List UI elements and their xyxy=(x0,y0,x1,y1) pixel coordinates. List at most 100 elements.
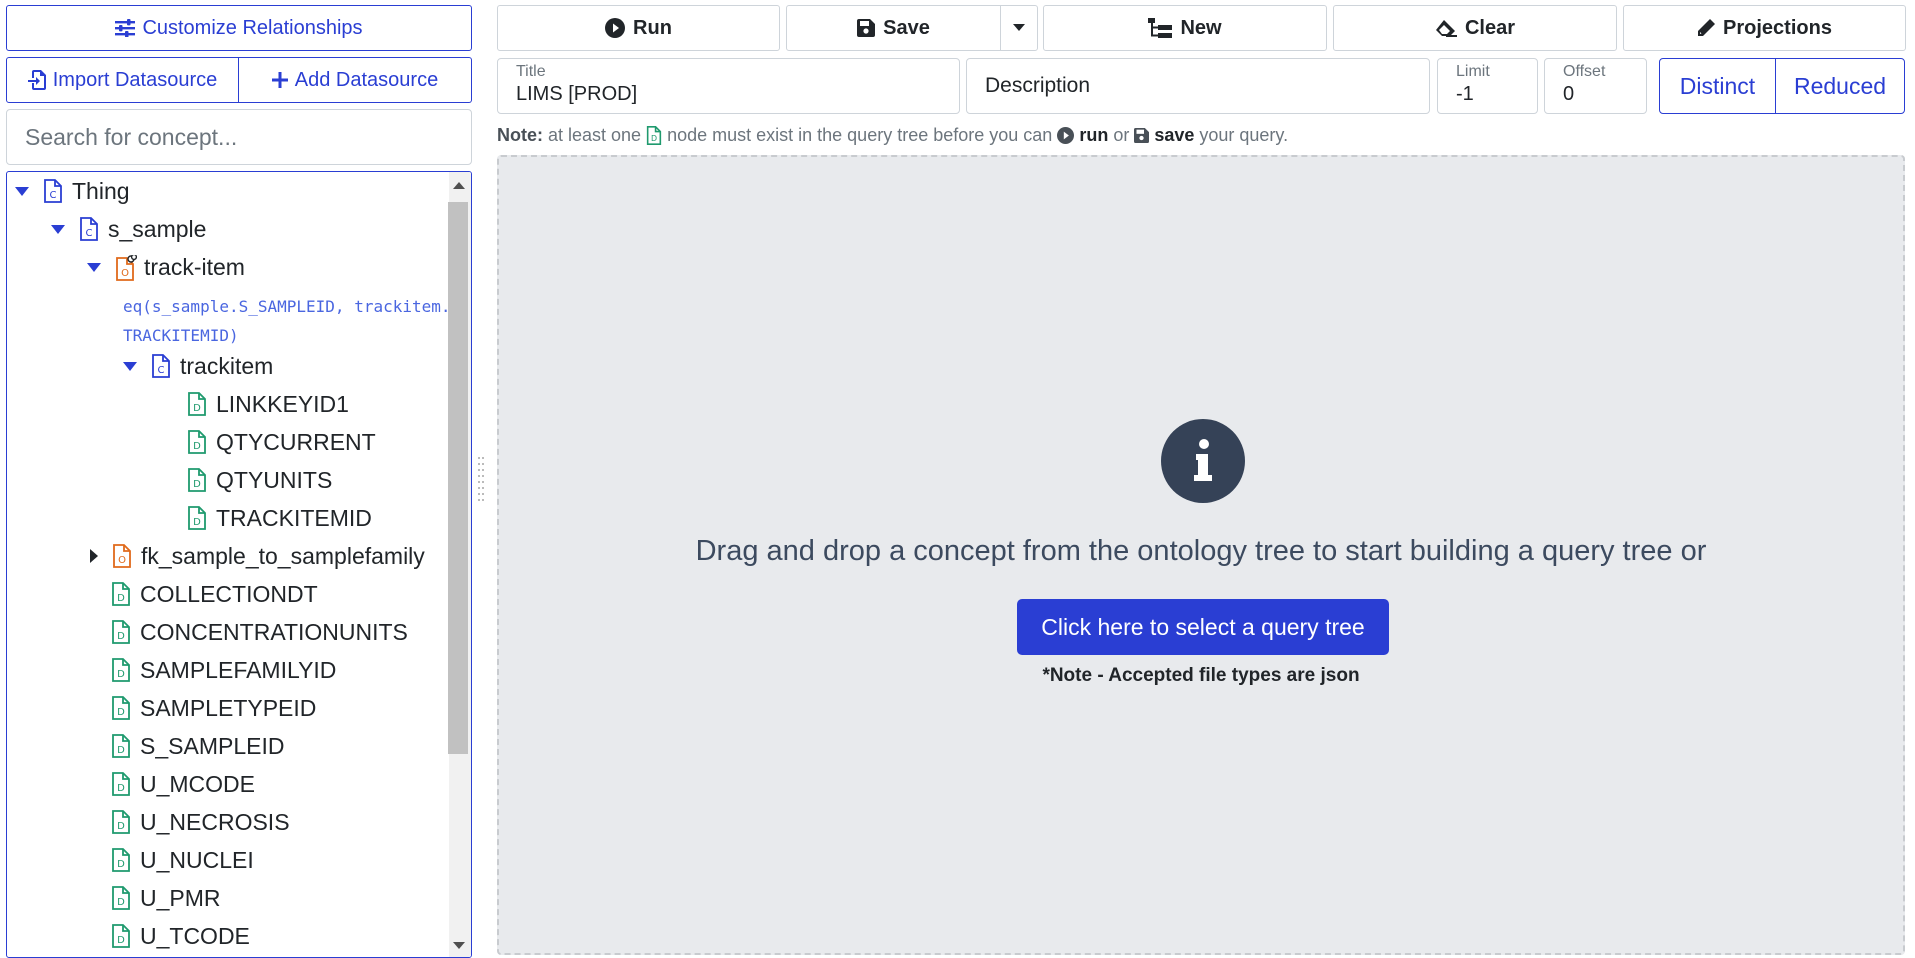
tree-leaf-field[interactable]: D U_MCODE xyxy=(111,769,255,799)
tree-node-label: U_TCODE xyxy=(140,922,250,949)
title-field[interactable]: Title LIMS [PROD] xyxy=(497,58,960,114)
tree-node-label: U_NECROSIS xyxy=(140,808,290,835)
tree-leaf-field[interactable]: D SAMPLEFAMILYID xyxy=(111,655,336,685)
svg-text:D: D xyxy=(117,707,125,718)
tree-leaf-field[interactable]: D S_SAMPLEID xyxy=(111,731,284,761)
tree-leaf-field[interactable]: D LINKKEYID1 xyxy=(187,389,349,419)
title-field-value: LIMS [PROD] xyxy=(516,83,638,105)
add-datasource-label: Add Datasource xyxy=(294,68,439,91)
svg-text:D: D xyxy=(117,897,125,908)
play-circle-icon xyxy=(1057,127,1075,144)
tree-node-label: fk_sample_to_samplefamily xyxy=(141,542,425,569)
svg-text:D: D xyxy=(117,631,125,642)
svg-text:D: D xyxy=(193,517,201,528)
datatype-file-icon: D xyxy=(111,658,131,682)
note-run-word: run xyxy=(1079,125,1109,145)
file-import-icon xyxy=(27,70,46,90)
distinct-toggle-button[interactable]: Distinct xyxy=(1659,58,1776,114)
offset-field[interactable]: Offset 0 xyxy=(1544,58,1647,114)
tree-leaf-field[interactable]: D U_NUCLEI xyxy=(111,845,254,875)
scrollbar-thumb[interactable] xyxy=(448,202,468,754)
tree-node-label: U_MCODE xyxy=(140,770,256,797)
tree-node-label: QTYCURRENT xyxy=(216,428,376,455)
tree-node-s-sample[interactable]: C s_sample xyxy=(51,214,206,244)
datatype-file-icon: D xyxy=(187,430,207,454)
left-panel: Customize Relationships Import Datasourc… xyxy=(6,5,472,958)
ontology-tree[interactable]: C Thing C s_sample O track-item eq(s_sam… xyxy=(6,171,472,958)
caret-down-icon[interactable] xyxy=(123,361,137,371)
caret-right-icon[interactable] xyxy=(90,549,98,563)
svg-text:D: D xyxy=(117,745,125,756)
tree-node-label: U_NUCLEI xyxy=(140,846,254,873)
datatype-file-icon: D xyxy=(111,848,131,872)
object-property-link-icon: O xyxy=(115,255,137,281)
tree-leaf-field[interactable]: D U_TCODE xyxy=(111,921,250,951)
description-field[interactable]: Description xyxy=(966,58,1430,114)
tree-leaf-field[interactable]: D QTYUNITS xyxy=(187,465,332,495)
object-property-file-icon: O xyxy=(112,544,132,568)
run-button[interactable]: Run xyxy=(497,5,780,51)
datatype-file-icon: D xyxy=(111,696,131,720)
tree-leaf-field[interactable]: D SAMPLETYPEID xyxy=(111,693,316,723)
sitemap-icon xyxy=(1148,18,1173,38)
tree-node-label: track-item xyxy=(144,253,245,280)
svg-text:D: D xyxy=(651,134,657,143)
import-datasource-label: Import Datasource xyxy=(52,68,218,91)
scroll-up-arrow-icon[interactable] xyxy=(453,182,465,189)
save-options-dropdown[interactable] xyxy=(1000,5,1038,51)
relationship-expression: eq(s_sample.S_SAMPLEID, trackitem.TRACKI… xyxy=(123,297,451,345)
datatype-file-icon: D xyxy=(111,734,131,758)
tree-leaf-field[interactable]: D U_NECROSIS xyxy=(111,807,290,837)
new-button[interactable]: New xyxy=(1043,5,1327,51)
add-datasource-button[interactable]: Add Datasource xyxy=(239,57,472,103)
tree-leaf-field[interactable]: D COLLECTIONDT xyxy=(111,579,318,609)
tree-scrollbar[interactable] xyxy=(448,172,471,957)
limit-field[interactable]: Limit -1 xyxy=(1437,58,1538,114)
import-datasource-button[interactable]: Import Datasource xyxy=(6,57,239,103)
datatype-file-icon: D xyxy=(111,886,131,910)
tree-node-trackitem[interactable]: C trackitem xyxy=(123,351,273,381)
svg-text:D: D xyxy=(193,479,201,490)
tree-node-label: s_sample xyxy=(108,215,207,242)
tree-node-fk-sample-to-samplefamily[interactable]: O fk_sample_to_samplefamily xyxy=(90,541,425,571)
note-or-word: or xyxy=(1113,125,1130,145)
tree-node-label: S_SAMPLEID xyxy=(140,732,285,759)
datatype-file-icon: D xyxy=(111,772,131,796)
datatype-file-icon: D xyxy=(646,126,662,145)
reduced-toggle-button[interactable]: Reduced xyxy=(1775,58,1905,114)
panel-resize-handle[interactable] xyxy=(476,455,486,505)
query-tree-drop-zone[interactable]: Drag and drop a concept from the ontolog… xyxy=(497,155,1905,955)
floppy-disk-icon xyxy=(1134,128,1150,143)
tree-node-label: TRACKITEMID xyxy=(216,504,372,531)
distinct-label: Distinct xyxy=(1679,72,1756,99)
caret-down-icon[interactable] xyxy=(87,262,101,272)
tree-leaf-field[interactable]: D U_PMR xyxy=(111,883,221,913)
concept-search-input[interactable] xyxy=(6,109,472,165)
tree-node-thing[interactable]: C Thing xyxy=(15,176,130,206)
customize-relationships-label: Customize Relationships xyxy=(142,16,363,39)
select-query-tree-button[interactable]: Click here to select a query tree xyxy=(1017,599,1389,655)
datatype-file-icon: D xyxy=(187,392,207,416)
tree-leaf-field[interactable]: D CONCENTRATIONUNITS xyxy=(111,617,408,647)
svg-text:D: D xyxy=(117,821,125,832)
clear-button[interactable]: Clear xyxy=(1333,5,1617,51)
save-button[interactable]: Save xyxy=(786,5,1001,51)
floppy-disk-icon xyxy=(857,19,876,37)
pencil-icon xyxy=(1698,19,1716,36)
caret-down-icon[interactable] xyxy=(15,186,29,196)
tree-node-label: LINKKEYID1 xyxy=(216,390,349,417)
run-label: Run xyxy=(633,16,672,39)
tree-leaf-field[interactable]: D QTYCURRENT xyxy=(187,427,376,457)
plus-icon xyxy=(271,72,288,88)
note-text-part1: at least one xyxy=(548,125,642,145)
note-text-part2: node must exist in the query tree before… xyxy=(667,125,1053,145)
svg-text:C: C xyxy=(50,190,57,201)
reduced-label: Reduced xyxy=(1793,72,1887,99)
tree-leaf-field[interactable]: D TRACKITEMID xyxy=(187,503,372,533)
tree-node-label: U_PMR xyxy=(140,884,221,911)
projections-button[interactable]: Projections xyxy=(1623,5,1906,51)
scroll-down-arrow-icon[interactable] xyxy=(453,942,465,949)
customize-relationships-button[interactable]: Customize Relationships xyxy=(6,5,472,51)
caret-down-icon[interactable] xyxy=(51,224,65,234)
tree-node-track-item[interactable]: O track-item xyxy=(87,252,245,282)
